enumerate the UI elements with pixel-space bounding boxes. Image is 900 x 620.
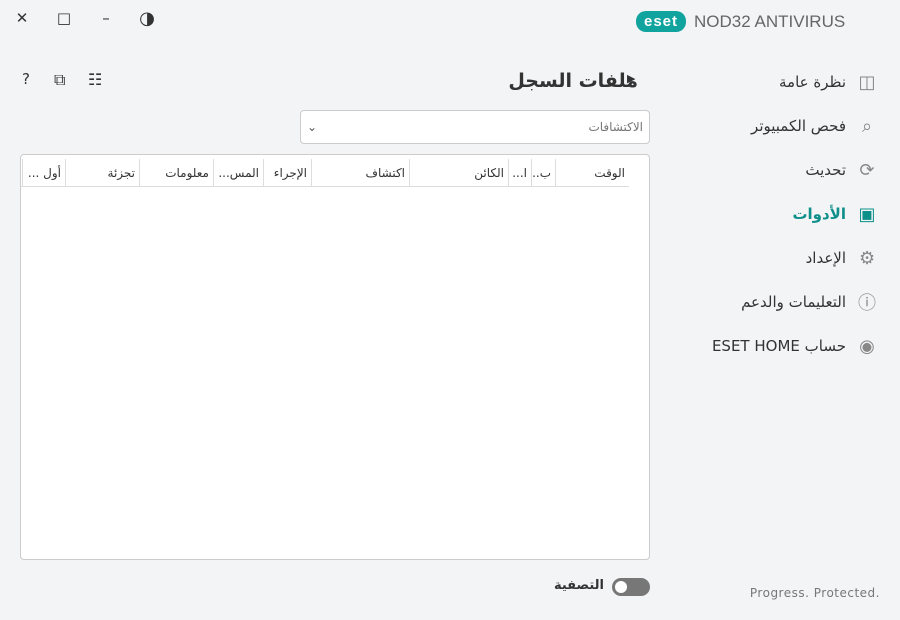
nav-label: التعليمات والدعم (741, 293, 846, 311)
nav-label: فحص الكمبيوتر (751, 117, 846, 135)
nav-label: الإعداد (806, 249, 846, 267)
log-type-value: الاكتشافات (588, 120, 643, 134)
nav-eset-home[interactable]: ◉ حساب ESET HOME (712, 335, 878, 357)
col-user[interactable]: المس... (213, 159, 263, 187)
overview-icon: ◫ (856, 71, 878, 93)
col-object[interactable]: الكائن (409, 159, 508, 187)
view-options-button[interactable]: ☷ (88, 70, 102, 89)
minimize-button[interactable]: – (94, 6, 118, 30)
nav-tools[interactable]: ▣ الأدوات (792, 203, 878, 225)
col-b[interactable]: ب... (531, 159, 555, 187)
log-type-select[interactable]: الاكتشافات ⌄ (300, 110, 650, 144)
search-icon: ⌕ (856, 115, 878, 137)
eset-logo: eset NOD32 ANTIVIRUS (636, 11, 845, 32)
nav-update[interactable]: ⟳ تحديث (805, 159, 878, 181)
help-button[interactable]: ? (22, 70, 30, 88)
nav-overview[interactable]: ◫ نظرة عامة (779, 71, 878, 93)
filter-toggle[interactable] (612, 578, 650, 596)
tagline: Progress. Protected. (750, 586, 880, 600)
chevron-down-icon: ⌄ (307, 120, 317, 134)
page-title: ملفات السجل (508, 70, 638, 92)
account-icon: ◉ (856, 335, 878, 357)
copy-button[interactable]: ⧉ (54, 70, 65, 90)
col-info[interactable]: معلومات (139, 159, 213, 187)
nav-label: حساب ESET HOME (712, 337, 846, 355)
col-a[interactable]: ا... (508, 159, 531, 187)
col-hash[interactable]: تجزئة (65, 159, 139, 187)
gear-icon: ⚙ (856, 247, 878, 269)
col-detection[interactable]: اكتشاف (311, 159, 409, 187)
product-name: NOD32 ANTIVIRUS (694, 12, 845, 32)
filter-label: التصفية (554, 578, 604, 593)
col-first-seen[interactable]: أول ... (22, 159, 65, 187)
briefcase-icon: ▣ (856, 203, 878, 225)
maximize-button[interactable]: □ (52, 6, 76, 30)
nav-label: نظرة عامة (779, 73, 846, 91)
nav-setup[interactable]: ⚙ الإعداد (806, 247, 878, 269)
theme-toggle-button[interactable]: ◑ (135, 6, 159, 30)
nav-help[interactable]: ⓘ التعليمات والدعم (741, 291, 878, 313)
header-divider (21, 186, 629, 187)
eset-logo-mark: eset (636, 11, 686, 32)
close-button[interactable]: ✕ (10, 6, 34, 30)
help-icon: ⓘ (856, 291, 878, 313)
col-time[interactable]: الوقت (555, 159, 629, 187)
nav-label: الأدوات (792, 205, 846, 223)
nav-label: تحديث (805, 161, 846, 179)
nav-computer-scan[interactable]: ⌕ فحص الكمبيوتر (751, 115, 878, 137)
log-table[interactable]: الوقت ب... ا... الكائن اكتشاف الإجراء ال… (20, 154, 650, 560)
refresh-icon: ⟳ (856, 159, 878, 181)
col-action[interactable]: الإجراء (263, 159, 311, 187)
